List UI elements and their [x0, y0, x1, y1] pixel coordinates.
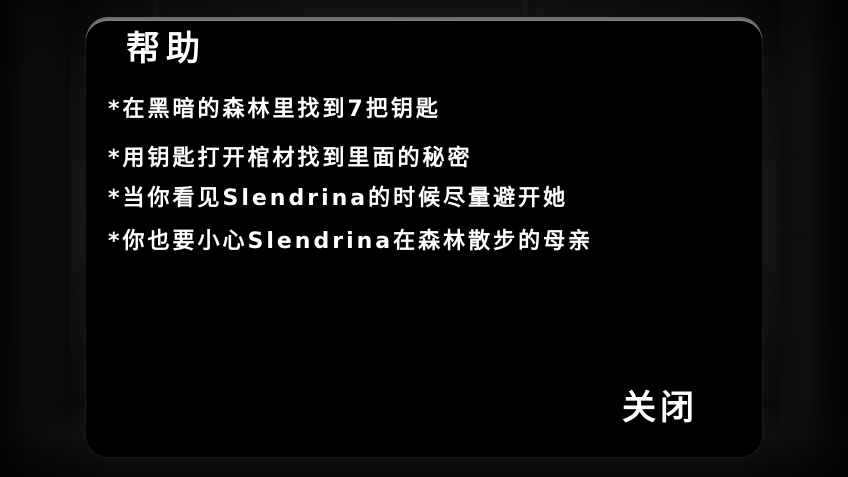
- help-line: *当你看见Slendrina的时候尽量避开她: [108, 186, 569, 211]
- dialog-title: 帮助: [126, 29, 206, 69]
- close-button[interactable]: 关闭: [622, 384, 702, 432]
- help-line: *用钥匙打开棺材找到里面的秘密: [108, 146, 473, 171]
- help-line: *在黑暗的森林里找到7把钥匙: [108, 97, 441, 122]
- game-scene: 帮助 *在黑暗的森林里找到7把钥匙 *用钥匙打开棺材找到里面的秘密 *当你看见S…: [0, 0, 848, 477]
- help-line: *你也要小心Slendrina在森林散步的母亲: [108, 229, 594, 254]
